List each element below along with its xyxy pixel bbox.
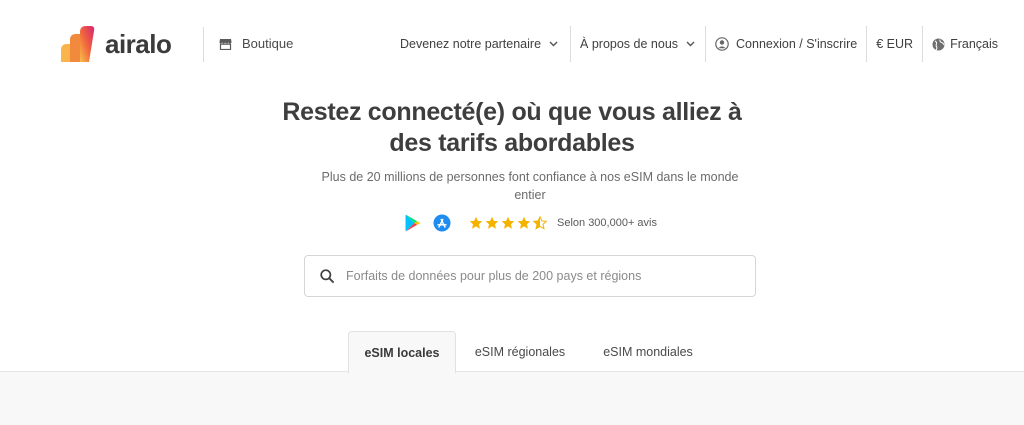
nav-currency-label: € EUR [876, 37, 914, 51]
star-icon [517, 216, 531, 230]
nav-login[interactable]: Connexion / S'inscrire [706, 26, 866, 62]
star-icon [485, 216, 499, 230]
tab-local-esim[interactable]: eSIM locales [348, 331, 456, 373]
user-circle-icon [715, 37, 729, 51]
header-divider [203, 27, 204, 62]
logo-wordmark: airalo [105, 29, 172, 59]
nav-login-label: Connexion / S'inscrire [736, 37, 858, 51]
airalo-logo-mark-icon [61, 26, 95, 62]
nav-partner-label: Devenez notre partenaire [399, 37, 542, 51]
nav-about-label: À propos de nous [580, 37, 679, 51]
hero-title: Restez connecté(e) où que vous alliez à … [0, 97, 1024, 159]
rating-stars [469, 216, 549, 230]
store-icon [219, 38, 232, 50]
tab-global-esim[interactable]: eSIM mondiales [586, 331, 710, 373]
tab-global-esim-label: eSIM mondiales [603, 345, 693, 359]
star-icon [501, 216, 515, 230]
globe-icon [932, 38, 945, 51]
rating-row: Selon 300,000+ avis [405, 212, 657, 234]
tab-regional-esim-label: eSIM régionales [474, 345, 566, 359]
hero-subtitle: Plus de 20 millions de personnes font co… [321, 170, 739, 202]
nav-language-label: Français [950, 37, 998, 51]
nav-currency[interactable]: € EUR [867, 26, 922, 62]
search-box[interactable] [304, 255, 756, 297]
tabs-content-area [0, 371, 1024, 425]
hero-title-line-2: des tarifs abordables [389, 129, 635, 157]
tab-regional-esim[interactable]: eSIM régionales [460, 331, 580, 373]
hero-title-line-1: Restez connecté(e) où que vous alliez à [282, 98, 742, 126]
nav-partner[interactable]: Devenez notre partenaire [391, 26, 570, 62]
nav-language[interactable]: Français [923, 26, 1024, 62]
page: airalo Boutique Devenez notre partenaire [0, 0, 1024, 425]
airalo-logo[interactable]: airalo [61, 26, 172, 62]
half-star-icon [533, 216, 547, 230]
nav-about[interactable]: À propos de nous [571, 26, 705, 62]
rating-text: Selon 300,000+ avis [557, 217, 657, 229]
chevron-down-icon [686, 41, 695, 47]
tab-local-esim-label: eSIM locales [364, 345, 440, 360]
search-input[interactable] [346, 257, 755, 295]
shop-link[interactable]: Boutique [219, 36, 293, 51]
site-header: airalo Boutique Devenez notre partenaire [0, 0, 1024, 88]
shop-label: Boutique [242, 36, 294, 51]
google-play-icon[interactable] [405, 214, 421, 232]
main-nav: Devenez notre partenaire À propos de nou… [391, 26, 1024, 62]
star-icon [469, 216, 483, 230]
app-store-icon[interactable] [433, 214, 451, 232]
chevron-down-icon [549, 41, 558, 47]
search-icon [320, 269, 334, 283]
